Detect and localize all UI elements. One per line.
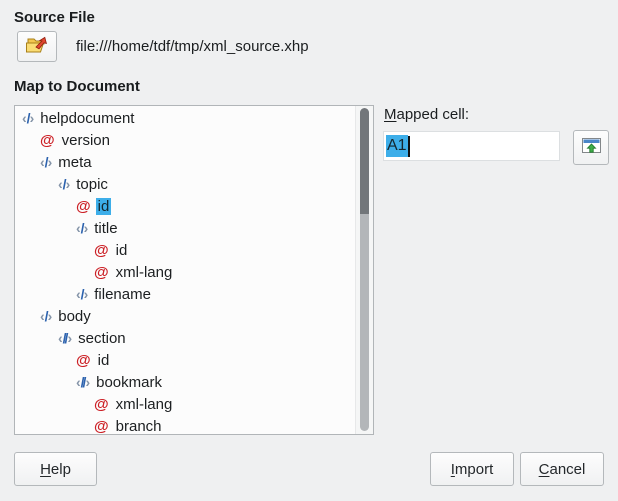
- tree-node-label: body: [56, 308, 93, 325]
- mapped-cell-label-mnemonic: M: [384, 106, 397, 123]
- tree-row[interactable]: @ xml-lang: [15, 261, 355, 283]
- xml-source-dialog: Source File file:///home/tdf/tmp/xml_sou…: [0, 0, 618, 501]
- tree-node-label: id: [114, 242, 130, 259]
- mapped-cell-input[interactable]: A1: [383, 131, 560, 161]
- tree-row[interactable]: ‹/› title: [15, 217, 355, 239]
- attribute-icon: @: [94, 396, 109, 413]
- help-label-mnemonic: H: [40, 461, 51, 478]
- tree-row[interactable]: @ id: [15, 239, 355, 261]
- tree-row[interactable]: ‹/› topic: [15, 173, 355, 195]
- element-icon: ‹/›: [58, 176, 69, 192]
- tree-row[interactable]: @ id: [15, 195, 355, 217]
- attribute-icon: @: [94, 264, 109, 281]
- tree-node-label: topic: [74, 176, 110, 193]
- tree-rows: ‹/› helpdocument @ version ‹/› meta ‹/› topic @ i…: [15, 107, 355, 435]
- tree-row[interactable]: ‹/› filename: [15, 283, 355, 305]
- tree-node-label: section: [76, 330, 128, 347]
- open-folder-icon: [25, 34, 49, 60]
- scrollbar-thumb[interactable]: [360, 108, 369, 214]
- repeating-element-icon: ‹//›: [76, 374, 89, 390]
- shrink-button[interactable]: [573, 130, 609, 165]
- browse-source-file-button[interactable]: [17, 31, 57, 62]
- cancel-label-rest: ancel: [549, 461, 585, 478]
- tree-node-label: meta: [56, 154, 93, 171]
- source-file-path: file:///home/tdf/tmp/xml_source.xhp: [76, 38, 309, 55]
- element-icon: ‹/›: [22, 110, 33, 126]
- tree-node-label: branch: [114, 418, 164, 435]
- tree-vertical-scrollbar[interactable]: [355, 106, 373, 434]
- tree-row[interactable]: @ version: [15, 129, 355, 151]
- tree-node-label: helpdocument: [38, 110, 136, 127]
- tree-node-label: version: [60, 132, 112, 149]
- text-caret: [408, 136, 410, 157]
- tree-node-label: title: [92, 220, 119, 237]
- tree-row[interactable]: ‹/› helpdocument: [15, 107, 355, 129]
- element-icon: ‹/›: [40, 308, 51, 324]
- tree-row[interactable]: @ branch: [15, 415, 355, 435]
- import-button[interactable]: Import: [430, 452, 514, 486]
- tree-row[interactable]: @ xml-lang: [15, 393, 355, 415]
- source-file-heading: Source File: [14, 9, 95, 26]
- tree-node-label: bookmark: [94, 374, 164, 391]
- element-icon: ‹/›: [76, 286, 87, 302]
- help-button[interactable]: Help: [14, 452, 97, 486]
- tree-row[interactable]: ‹//› section: [15, 327, 355, 349]
- tree-row[interactable]: @ id: [15, 349, 355, 371]
- mapped-cell-label: Mapped cell:: [384, 106, 469, 123]
- tree-node-label: xml-lang: [114, 396, 175, 413]
- tree-node-label: filename: [92, 286, 153, 303]
- attribute-icon: @: [94, 418, 109, 435]
- element-icon: ‹/›: [76, 220, 87, 236]
- tree-node-label: id: [96, 198, 112, 215]
- scrollbar-groove: [360, 108, 369, 431]
- map-to-document-heading: Map to Document: [14, 78, 140, 95]
- mapped-cell-label-rest: apped cell:: [397, 106, 470, 123]
- tree-node-label: id: [96, 352, 112, 369]
- xml-structure-tree[interactable]: ‹/› helpdocument @ version ‹/› meta ‹/› topic @ i…: [14, 105, 374, 435]
- tree-node-label: xml-lang: [114, 264, 175, 281]
- element-icon: ‹/›: [40, 154, 51, 170]
- attribute-icon: @: [76, 198, 91, 215]
- tree-row[interactable]: ‹//› bookmark: [15, 371, 355, 393]
- attribute-icon: @: [94, 242, 109, 259]
- import-label-rest: mport: [455, 461, 493, 478]
- tree-row[interactable]: ‹/› body: [15, 305, 355, 327]
- shrink-reference-icon: [581, 137, 602, 159]
- cancel-button[interactable]: Cancel: [520, 452, 604, 486]
- attribute-icon: @: [76, 352, 91, 369]
- repeating-element-icon: ‹//›: [58, 330, 71, 346]
- help-label-rest: elp: [51, 461, 71, 478]
- attribute-icon: @: [40, 132, 55, 149]
- tree-row[interactable]: ‹/› meta: [15, 151, 355, 173]
- mapped-cell-selected-value: A1: [386, 135, 408, 157]
- cancel-label-mnemonic: C: [539, 461, 550, 478]
